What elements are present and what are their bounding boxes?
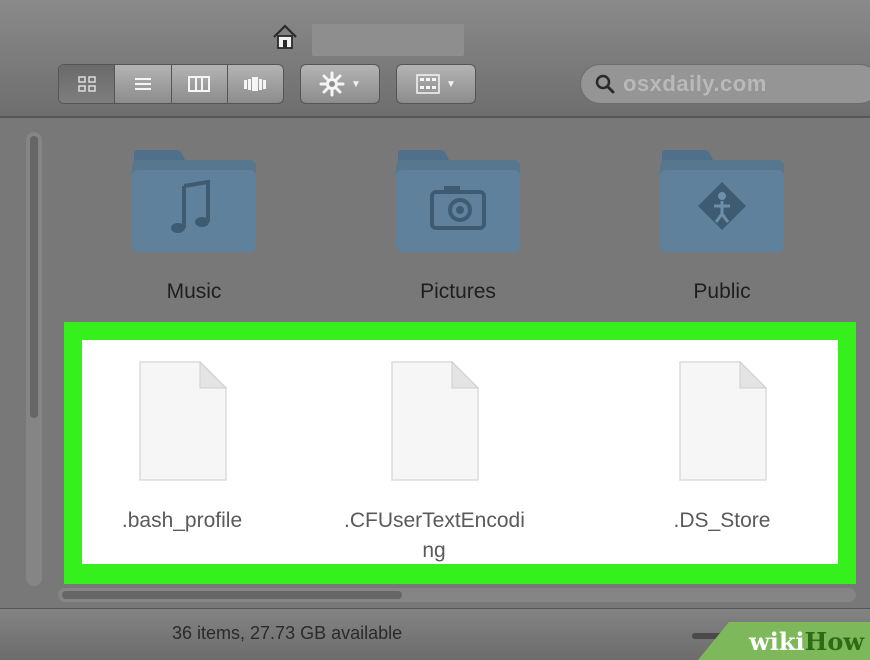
wikihow-watermark: wiki How xyxy=(698,622,870,660)
search-field[interactable]: osxdaily.com xyxy=(580,64,870,104)
file-browser-area: Music Pictures Public .bash_profile .CFU… xyxy=(0,118,870,608)
status-text: 36 items, 27.73 GB available xyxy=(172,623,403,643)
document-icon xyxy=(391,360,480,481)
folder-public[interactable]: Public xyxy=(652,148,792,308)
list-view-button[interactable] xyxy=(115,65,172,103)
folder-label: Public xyxy=(693,280,751,303)
document-icon xyxy=(139,360,228,481)
columns-icon xyxy=(188,76,211,92)
grid-icon xyxy=(77,76,96,92)
arrange-icon xyxy=(416,74,440,94)
list-icon xyxy=(134,78,151,90)
chevron-down-icon: ▼ xyxy=(351,78,361,90)
hidden-files-panel: .bash_profile .CFUserTextEncodi ng .DS_S… xyxy=(82,340,838,564)
cover-flow-view-button[interactable] xyxy=(228,65,283,103)
column-view-button[interactable] xyxy=(172,65,228,103)
folder-label: Pictures xyxy=(420,280,496,303)
hidden-files-highlight: .bash_profile .CFUserTextEncodi ng .DS_S… xyxy=(64,322,856,584)
watermark-how: How xyxy=(804,626,864,656)
home-icon xyxy=(270,22,300,52)
vertical-scroll-thumb[interactable] xyxy=(30,136,38,418)
file-label: .DS_Store xyxy=(673,509,771,532)
folder-label: Music xyxy=(166,280,222,303)
chevron-down-icon: ▼ xyxy=(446,78,456,90)
search-icon xyxy=(595,74,615,94)
music-folder-icon xyxy=(132,150,256,252)
file-bash-profile[interactable]: .bash_profile xyxy=(92,358,272,568)
finder-toolbar: ▼ ▼ osxdaily.com xyxy=(0,0,870,118)
arrange-button[interactable]: ▼ xyxy=(396,64,476,104)
folder-music[interactable]: Music xyxy=(124,148,264,308)
file-label: .bash_profile xyxy=(121,509,243,532)
status-bar: 36 items, 27.73 GB available wiki How xyxy=(0,608,870,660)
coverflow-icon xyxy=(244,77,267,91)
pictures-folder-icon xyxy=(396,150,520,252)
folder-pictures[interactable]: Pictures xyxy=(388,148,528,308)
public-folder-icon xyxy=(660,150,784,252)
window-title-redacted xyxy=(312,24,464,56)
action-button[interactable]: ▼ xyxy=(300,64,380,104)
watermark-wiki: wiki xyxy=(749,626,805,656)
horizontal-scroll-thumb[interactable] xyxy=(62,591,402,599)
search-query: osxdaily.com xyxy=(623,71,767,96)
gear-icon xyxy=(319,71,345,97)
document-icon xyxy=(679,360,768,481)
icon-view-button[interactable] xyxy=(59,65,116,103)
file-label: .CFUserTextEncodi ng xyxy=(344,509,525,562)
file-cfusertextencoding[interactable]: .CFUserTextEncodi ng xyxy=(344,358,525,568)
file-ds-store[interactable]: .DS_Store xyxy=(632,358,812,568)
view-mode-group xyxy=(58,64,284,104)
